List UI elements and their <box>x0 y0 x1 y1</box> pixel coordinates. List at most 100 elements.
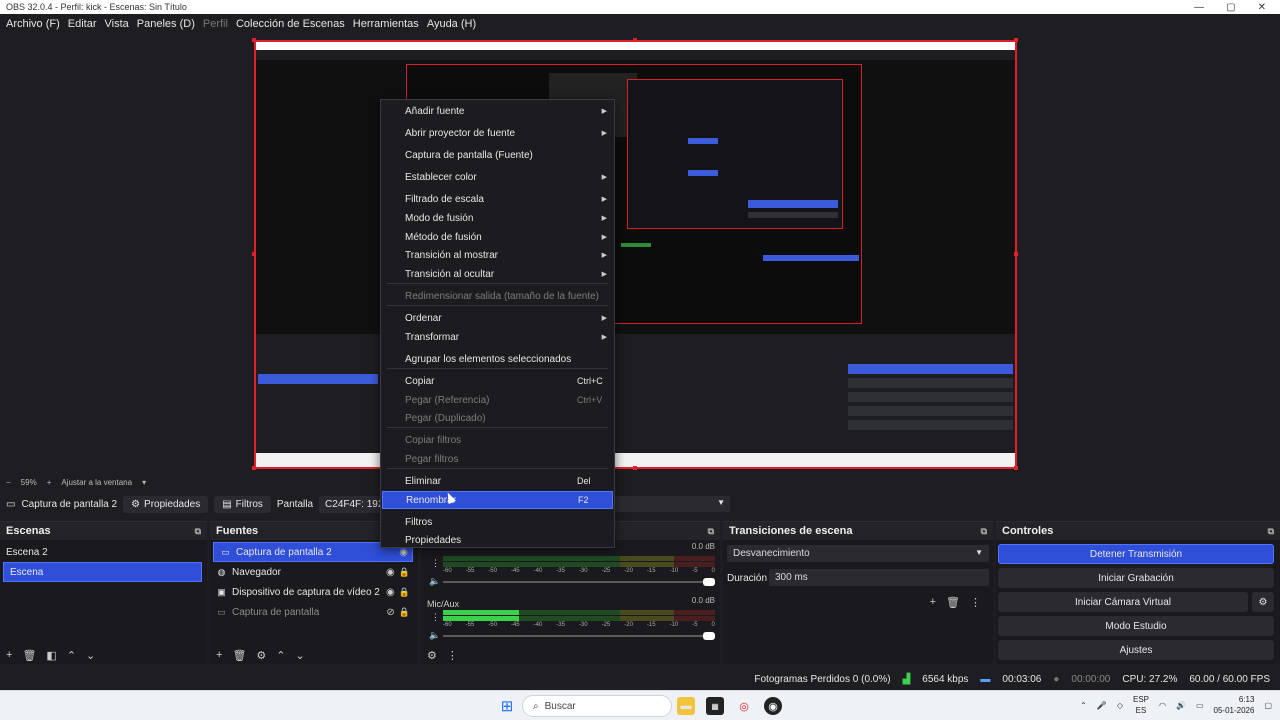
lock-icon[interactable]: 🔒 <box>399 587 410 598</box>
taskbar-search[interactable]: ⌕ Buscar <box>522 695 672 717</box>
menu-coleccion-escenas[interactable]: Colección de Escenas <box>232 18 349 30</box>
context-menu-item[interactable]: Copiar filtros <box>382 431 613 449</box>
clock[interactable]: 6:13 05-01-2026 <box>1214 694 1255 716</box>
opera-icon[interactable]: ◎ <box>735 697 753 715</box>
language-indicator[interactable]: ESP ES <box>1133 694 1149 716</box>
screen-dropdown[interactable]: ▼ <box>612 496 730 512</box>
resize-handle[interactable] <box>633 38 637 42</box>
zoom-in-button[interactable]: + <box>47 478 52 487</box>
context-menu-item[interactable]: Transición al ocultar ▶ <box>382 265 613 283</box>
zoom-fit-select[interactable]: Ajustar a la ventana <box>61 478 132 487</box>
resize-handle[interactable] <box>1014 252 1018 256</box>
resize-handle[interactable] <box>1014 38 1018 42</box>
slider-knob[interactable] <box>703 632 715 640</box>
filter-icon[interactable]: ◧ <box>46 649 56 662</box>
screen-select[interactable]: C24F4F: 192 <box>319 495 390 513</box>
preview-canvas[interactable] <box>254 40 1017 469</box>
speaker-icon[interactable]: 🔈 <box>429 630 440 641</box>
speaker-icon[interactable]: 🔈 <box>429 576 440 587</box>
filters-button[interactable]: ▤ Filtros <box>214 495 271 513</box>
chevron-up-icon[interactable]: ⌃ <box>1080 701 1087 710</box>
context-menu-item[interactable]: Pegar (Referencia) Ctrl+V <box>382 391 613 409</box>
context-menu-item[interactable]: Pegar filtros <box>382 450 613 468</box>
trash-icon[interactable]: 🗑 <box>232 649 246 662</box>
app-icon[interactable]: ▦ <box>706 697 724 715</box>
chevron-down-icon[interactable]: ⌄ <box>296 649 305 662</box>
chevron-down-icon[interactable]: ▾ <box>142 478 146 487</box>
context-menu-item[interactable]: Modo de fusión ▶ <box>382 209 613 227</box>
notification-icon[interactable]: ▢ <box>1264 701 1272 710</box>
popout-icon[interactable]: ⧉ <box>195 526 201 537</box>
source-item[interactable]: ▣ Dispositivo de captura de vídeo 2 ◉ 🔒 <box>210 582 418 602</box>
menu-herramientas[interactable]: Herramientas <box>349 18 423 30</box>
lock-icon[interactable]: 🔒 <box>399 567 410 578</box>
obs-icon[interactable]: ◉ <box>764 697 782 715</box>
trash-icon[interactable]: 🗑 <box>946 596 960 609</box>
context-menu-item[interactable]: Transformar ▶ <box>382 328 613 346</box>
preview-area[interactable] <box>0 34 1280 476</box>
popout-icon[interactable]: ⧉ <box>1268 526 1274 537</box>
context-menu-item[interactable]: Establecer color ▶ <box>382 168 613 186</box>
folder-icon[interactable]: ▬ <box>677 697 695 715</box>
slider-knob[interactable] <box>703 578 715 586</box>
lock-icon[interactable]: 🔒 <box>399 607 410 618</box>
stop-stream-button[interactable]: Detener Transmisión <box>998 544 1274 564</box>
context-menu-item[interactable]: Renombrar F2 <box>382 491 613 509</box>
scene-item[interactable]: Escena <box>3 562 202 582</box>
add-icon[interactable]: + <box>930 596 936 609</box>
context-menu-item[interactable]: Propiedades <box>382 531 613 549</box>
add-icon[interactable]: + <box>6 649 12 662</box>
maximize-icon[interactable]: ▢ <box>1226 2 1235 13</box>
resize-handle[interactable] <box>633 466 637 470</box>
menu-paneles[interactable]: Paneles (D) <box>133 18 199 30</box>
chevron-up-icon[interactable]: ⌃ <box>67 649 76 662</box>
settings-button[interactable]: Ajustes <box>998 640 1274 660</box>
chevron-down-icon[interactable]: ⌄ <box>86 649 95 662</box>
properties-button[interactable]: ⚙ Propiedades <box>123 495 209 513</box>
chevron-up-icon[interactable]: ⌃ <box>276 649 285 662</box>
scene-item[interactable]: Escena 2 <box>0 542 207 562</box>
more-icon[interactable]: ⋮ <box>970 596 981 609</box>
microphone-icon[interactable]: 🎤 <box>1097 701 1107 710</box>
more-icon[interactable]: ⋮ <box>431 558 440 569</box>
context-menu-item[interactable]: Agrupar los elementos seleccionados <box>382 350 613 368</box>
context-menu-item[interactable]: Filtros <box>382 513 613 531</box>
context-menu-item[interactable]: Abrir proyector de fuente ▶ <box>382 124 613 142</box>
context-menu-item[interactable]: Eliminar Del <box>382 472 613 490</box>
menu-perfil[interactable]: Perfil <box>199 18 232 30</box>
context-menu-item[interactable]: Copiar Ctrl+C <box>382 372 613 390</box>
battery-icon[interactable]: ▭ <box>1196 701 1204 710</box>
menu-ayuda[interactable]: Ayuda (H) <box>423 18 480 30</box>
more-icon[interactable]: ⋮ <box>431 612 440 623</box>
volume-slider[interactable] <box>443 632 715 640</box>
close-icon[interactable]: ✕ <box>1258 2 1266 13</box>
popout-icon[interactable]: ⧉ <box>708 526 714 537</box>
volume-slider[interactable] <box>443 578 715 586</box>
trash-icon[interactable]: 🗑 <box>22 649 36 662</box>
context-menu-item[interactable]: Captura de pantalla (Fuente) <box>382 146 613 164</box>
transition-select[interactable]: Desvanecimiento ▼ <box>727 545 989 562</box>
duration-input[interactable]: 300 ms <box>769 569 989 586</box>
eye-hidden-icon[interactable]: ⊘ <box>386 607 394 618</box>
popout-icon[interactable]: ⧉ <box>981 526 987 537</box>
minimize-icon[interactable]: — <box>1194 2 1204 13</box>
menu-editar[interactable]: Editar <box>64 18 101 30</box>
gear-icon[interactable]: ⚙ <box>256 649 266 662</box>
resize-handle[interactable] <box>252 38 256 42</box>
menu-archivo[interactable]: Archivo (F) <box>2 18 64 30</box>
add-icon[interactable]: + <box>216 649 222 662</box>
virtual-camera-settings-button[interactable]: ⚙ <box>1252 592 1274 612</box>
network-icon[interactable]: ◇ <box>1117 701 1123 710</box>
context-menu-item[interactable]: Añadir fuente ▶ <box>382 102 613 120</box>
eye-icon[interactable]: ◉ <box>386 567 395 578</box>
start-virtual-camera-button[interactable]: Iniciar Cámara Virtual <box>998 592 1248 612</box>
context-menu-item[interactable]: Transición al mostrar ▶ <box>382 246 613 264</box>
wifi-icon[interactable]: ◠ <box>1159 701 1166 710</box>
resize-handle[interactable] <box>252 466 256 470</box>
context-menu-item[interactable]: Pegar (Duplicado) <box>382 409 613 427</box>
resize-handle[interactable] <box>1014 466 1018 470</box>
source-item[interactable]: ▭ Captura de pantalla ⊘ 🔒 <box>210 602 418 622</box>
windows-start-icon[interactable]: ⊞ <box>498 697 516 715</box>
context-menu-item[interactable]: Método de fusión ▶ <box>382 228 613 246</box>
studio-mode-button[interactable]: Modo Estudio <box>998 616 1274 636</box>
